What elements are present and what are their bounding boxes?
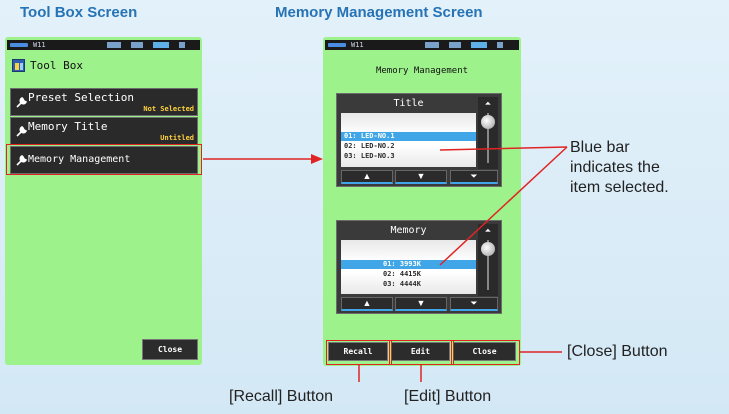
edit-button-annotation: [Edit] Button [404,388,492,405]
blue-bar-annotation: Blue bar indicates the item selected. [570,139,669,196]
close-button-annotation: [Close] Button [567,343,668,360]
recall-button-annotation: [Recall] Button [229,388,334,405]
